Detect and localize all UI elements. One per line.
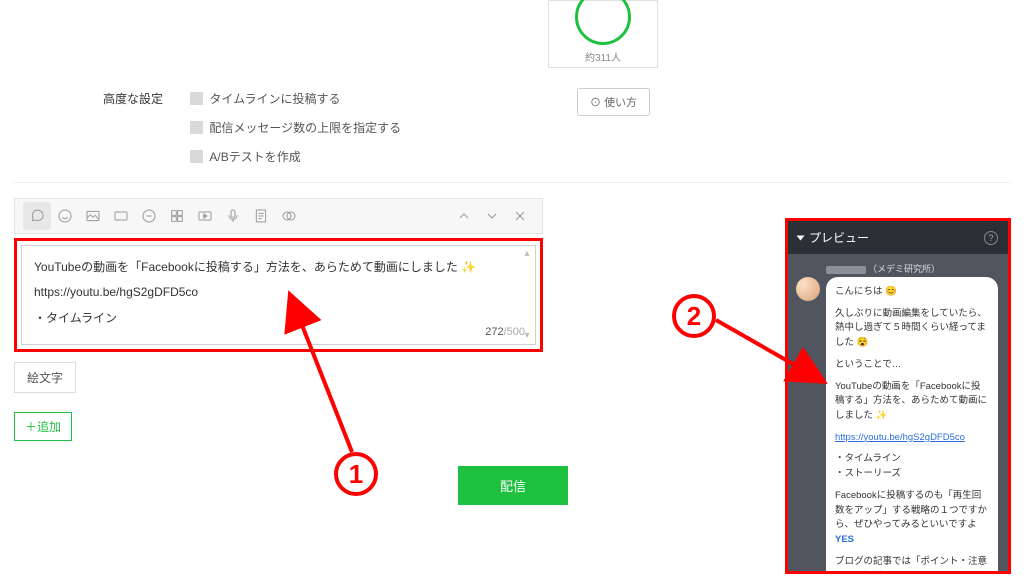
advanced-settings-title: 高度な設定 (103, 90, 163, 107)
annotation-highlight-1: ▴ YouTubeの動画を「Facebookに投稿する」方法を、あらためて動画に… (14, 238, 543, 352)
message-textarea[interactable]: ▴ YouTubeの動画を「Facebookに投稿する」方法を、あらためて動画に… (21, 245, 536, 345)
voice-icon[interactable] (219, 202, 247, 230)
close-icon[interactable] (506, 202, 534, 230)
recipient-estimate-card: 約311人 (548, 0, 658, 68)
avatar (796, 277, 820, 301)
cardtype-icon[interactable] (275, 202, 303, 230)
recipient-count: 約311人 (585, 49, 621, 64)
image-icon[interactable] (79, 202, 107, 230)
survey-icon[interactable] (247, 202, 275, 230)
help-icon[interactable]: ? (984, 231, 998, 245)
message-composer: ▴ YouTubeの動画を「Facebookに投稿する」方法を、あらためて動画に… (14, 198, 543, 393)
annotation-number-1: 1 (334, 452, 378, 496)
move-up-icon[interactable] (450, 202, 478, 230)
divider (14, 182, 1010, 183)
preview-title: プレビュー (809, 229, 869, 246)
preview-header[interactable]: プレビュー ? (788, 221, 1008, 254)
chat-bubble: こんにちは 😊 久しぶりに動画編集をしていたら、熱中し過ぎて５時間くらい経ってま… (826, 277, 998, 571)
checkbox-icon[interactable] (190, 92, 203, 105)
char-counter: 272/500 (485, 326, 525, 338)
checkbox-icon[interactable] (190, 121, 203, 134)
move-down-icon[interactable] (478, 202, 506, 230)
composer-toolbar (14, 198, 543, 234)
progress-ring (575, 0, 631, 45)
add-message-button[interactable]: ＋追加 (14, 412, 72, 441)
send-button[interactable]: 配信 (458, 466, 568, 505)
card-icon[interactable] (107, 202, 135, 230)
collapse-icon (797, 235, 805, 240)
option-limit-count[interactable]: 配信メッセージ数の上限を指定する (190, 119, 401, 136)
howto-button[interactable]: ⊙ 使い方 (577, 88, 650, 116)
checkbox-icon[interactable] (190, 150, 203, 163)
scroll-up-icon[interactable]: ▴ (521, 248, 533, 260)
smile-icon[interactable] (51, 202, 79, 230)
richmenu-icon[interactable] (163, 202, 191, 230)
text-bubble-icon[interactable] (23, 202, 51, 230)
video-icon[interactable] (191, 202, 219, 230)
sender-name: （メデミ研究所） (826, 262, 1000, 275)
coupon-icon[interactable] (135, 202, 163, 230)
annotation-number-2: 2 (672, 294, 716, 338)
preview-link[interactable]: https://youtu.be/hgS2gDFD5co (835, 432, 965, 443)
preview-body: （メデミ研究所） こんにちは 😊 久しぶりに動画編集をしていたら、熱中し過ぎて５… (788, 254, 1008, 571)
emoji-button[interactable]: 絵文字 (14, 362, 76, 393)
option-post-timeline[interactable]: タイムラインに投稿する (190, 90, 401, 107)
preview-panel: プレビュー ? （メデミ研究所） こんにちは 😊 久しぶりに動画編集をしていたら… (785, 218, 1011, 574)
option-ab-test[interactable]: A/Bテストを作成 (190, 148, 401, 165)
